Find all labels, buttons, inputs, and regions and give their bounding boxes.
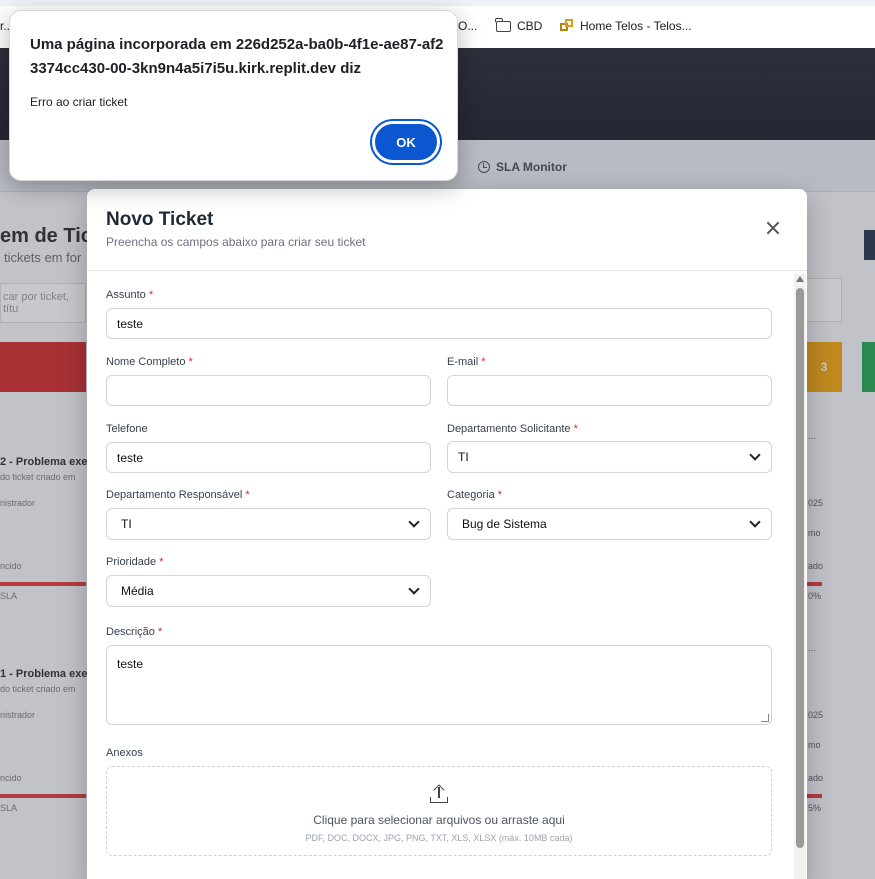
bookmark-label: Home Telos - Telos... [580,19,692,33]
prioridade-select[interactable]: Média [106,575,431,607]
ok-button[interactable]: OK [372,121,440,163]
upload-icon [430,784,448,803]
bookmark-label: O... [458,19,478,33]
categoria-select[interactable]: Bug de Sistema [447,508,772,540]
file-dropzone[interactable]: Clique para selecionar arquivos ou arras… [106,766,772,856]
telefone-input[interactable]: teste [106,442,431,473]
folder-icon [495,17,511,32]
nome-input[interactable] [106,375,431,406]
nome-label: Nome Completo * [106,356,193,368]
prioridade-label: Prioridade * [106,556,164,568]
dept-responsavel-label: Departamento Responsável * [106,489,250,501]
chevron-down-icon [408,583,420,595]
chevron-down-icon [408,516,420,528]
new-ticket-modal: Novo Ticket Preencha os campos abaixo pa… [87,189,807,879]
alert-message: Erro ao criar ticket [30,95,128,109]
alert-title: Uma página incorporada em 226d252a-ba0b-… [30,36,444,77]
telefone-label: Telefone [106,423,148,435]
scrollbar-thumb[interactable] [796,288,804,848]
modal-header: Novo Ticket Preencha os campos abaixo pa… [87,189,807,271]
close-icon[interactable] [766,221,780,235]
resize-handle-icon[interactable] [761,714,769,722]
categoria-label: Categoria * [447,489,503,501]
dropzone-hint: PDF, DOC, DOCX, JPG, PNG, TXT, XLS, XLSX… [305,833,573,843]
bookmark-folder-cbd[interactable]: CBD [495,17,543,33]
email-input[interactable] [447,375,772,406]
dept-solicitante-label: Departamento Solicitante * [447,423,578,435]
browser-viewport: r... O... CBD Home Telos - Telos... SLA … [0,0,875,879]
bookmark-home-telos[interactable]: Home Telos - Telos... [560,19,692,33]
dropzone-prompt: Clique para selecionar arquivos ou arras… [313,813,565,827]
modal-title: Novo Ticket [106,209,214,230]
dept-responsavel-select[interactable]: TI [106,508,431,540]
descricao-label: Descrição * [106,626,163,638]
dept-solicitante-select[interactable]: TI [447,441,772,473]
scroll-up-icon[interactable] [796,276,804,282]
chevron-down-icon [749,516,761,528]
email-label: E-mail * [447,356,486,368]
assunto-label: Assunto * [106,289,154,301]
modal-subtitle: Preencha os campos abaixo para criar seu… [106,235,366,249]
telos-logo-icon [560,19,574,33]
bookmark-label: CBD [517,19,543,33]
anexos-label: Anexos [106,747,143,759]
assunto-input[interactable]: teste [106,308,772,339]
descricao-textarea[interactable]: teste [106,645,772,725]
modal-scrollbar[interactable] [794,274,806,879]
browser-alert-dialog: Uma página incorporada em 226d252a-ba0b-… [9,10,458,181]
bookmark-item[interactable]: O... [458,19,477,33]
chevron-down-icon [749,449,761,461]
modal-body: Assunto * teste Nome Completo * E-mail *… [87,271,807,879]
